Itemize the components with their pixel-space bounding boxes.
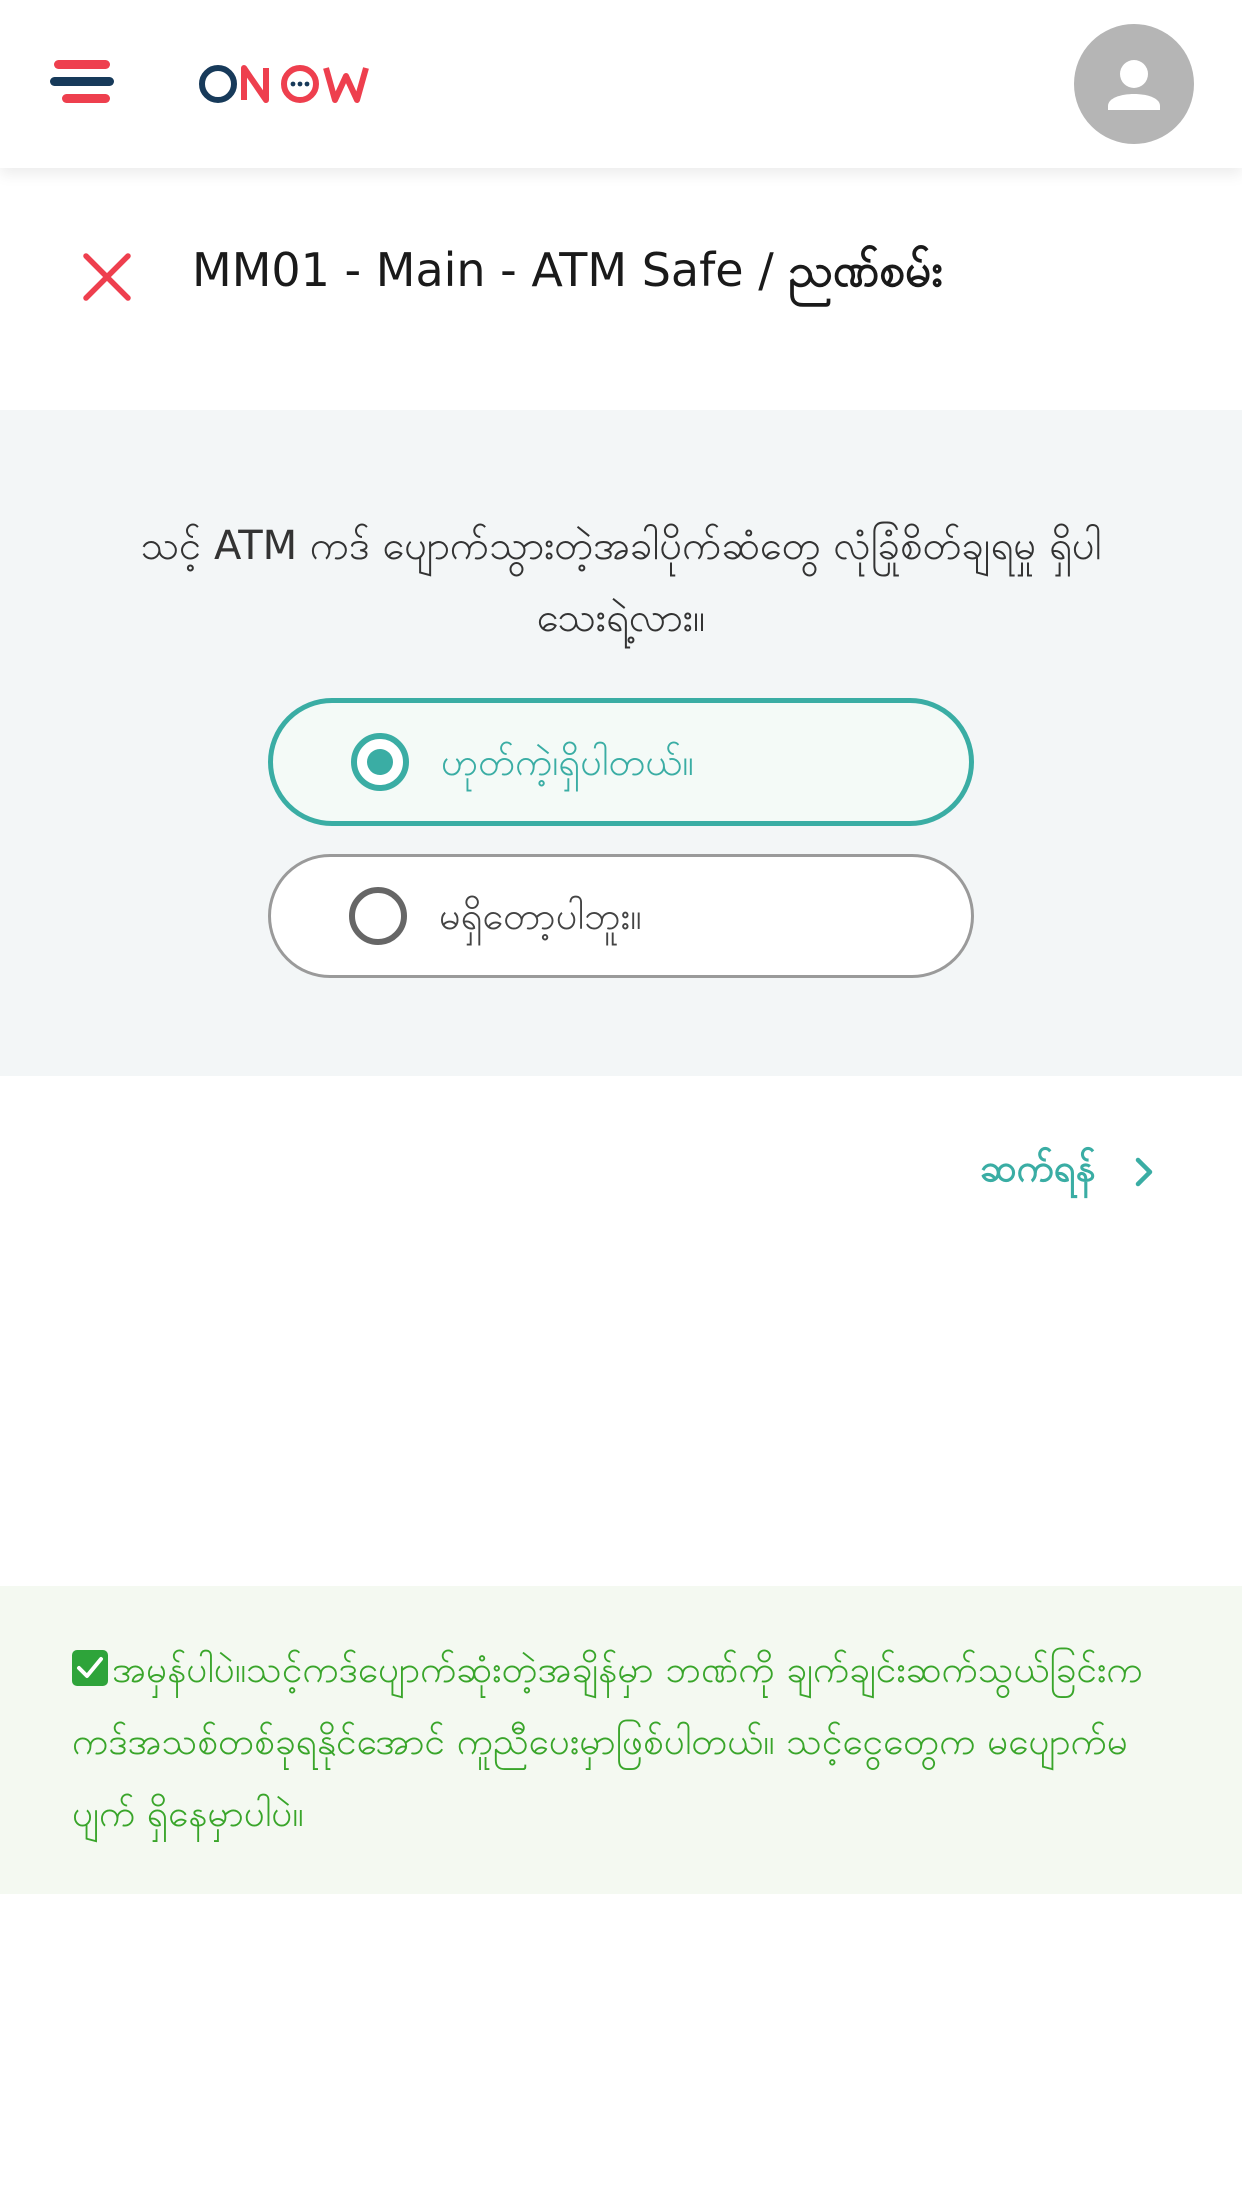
option-yes-label: ဟုတ်ကဲ့၊ရှိပါတယ်။ bbox=[441, 740, 694, 784]
radio-selected-icon[interactable] bbox=[351, 733, 409, 791]
next-button-label: ဆက်ရန် bbox=[980, 1146, 1096, 1190]
feedback-text-container: အမှန်ပါပဲ။သင့်ကဒ်ပျောက်ဆုံးတဲ့အချိန်မှာ … bbox=[72, 1634, 1182, 1850]
radio-unselected-icon[interactable] bbox=[349, 887, 407, 945]
question-text: သင့် ATM ကဒ် ပျောက်သွားတဲ့အခါပိုက်ဆံတွေ … bbox=[140, 523, 1102, 641]
onow-logo bbox=[196, 48, 386, 120]
next-button[interactable]: ဆက်ရန် bbox=[980, 1140, 1157, 1204]
app-header bbox=[0, 0, 1242, 168]
question-panel: သင့် ATM ကဒ် ပျောက်သွားတဲ့အခါပိုက်ဆံတွေ … bbox=[0, 410, 1242, 1076]
feedback-box: အမှန်ပါပဲ။သင့်ကဒ်ပျောက်ဆုံးတဲ့အချိန်မှာ … bbox=[0, 1586, 1242, 1894]
chevron-right-icon bbox=[1136, 1157, 1153, 1187]
page-title-path: MM01 - Main - ATM Safe / bbox=[192, 243, 789, 297]
option-yes[interactable]: ဟုတ်ကဲ့၊ရှိပါတယ်။ bbox=[268, 698, 974, 826]
option-no[interactable]: မရှိတော့ပါဘူး။ bbox=[268, 854, 974, 978]
user-avatar-icon[interactable] bbox=[1074, 24, 1194, 144]
title-row: MM01 - Main - ATM Safe / ညဏ်စမ်း bbox=[0, 168, 1242, 410]
close-icon[interactable] bbox=[82, 252, 132, 302]
hamburger-menu-icon[interactable] bbox=[50, 52, 120, 112]
page-title-current: ညဏ်စမ်း bbox=[788, 243, 944, 297]
feedback-text: အမှန်ပါပဲ။သင့်ကဒ်ပျောက်ဆုံးတဲ့အချိန်မှာ … bbox=[72, 1648, 1143, 1835]
check-box-icon bbox=[72, 1650, 108, 1686]
option-no-label: မရှိတော့ပါဘူး။ bbox=[439, 894, 642, 938]
page-title: MM01 - Main - ATM Safe / ညဏ်စမ်း bbox=[192, 238, 943, 302]
